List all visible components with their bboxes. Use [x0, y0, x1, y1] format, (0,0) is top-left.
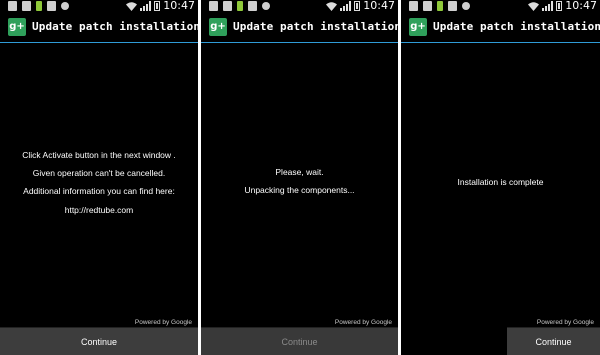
signal-icon — [340, 1, 352, 11]
clock: 10:47 — [565, 0, 597, 12]
status-bar: 10:47 — [0, 0, 198, 13]
info-link[interactable]: http://redtube.com — [0, 205, 198, 216]
message-line: Installation is complete — [457, 177, 544, 187]
phone-screen-2: 10:47 g+ Update patch installation Pleas… — [201, 0, 398, 355]
google-plus-icon: g+ — [209, 18, 227, 36]
signal-icon — [140, 1, 152, 11]
status-bar: 10:47 — [401, 0, 600, 13]
powered-by-label: Powered by Google — [334, 319, 392, 326]
continue-button[interactable]: Continue — [0, 327, 198, 355]
google-plus-icon: g+ — [8, 18, 26, 36]
android-icon — [237, 1, 243, 11]
continue-button[interactable]: Continue — [507, 327, 600, 355]
message-line: Additional information you can find here… — [23, 186, 175, 196]
dialog-title: Update patch installation — [233, 20, 398, 33]
message-line: Please, wait. — [275, 167, 324, 177]
image-icon — [47, 1, 56, 11]
message-line: Unpacking the components... — [244, 185, 355, 195]
dialog-title: Update patch installation — [32, 20, 198, 33]
android-icon — [36, 1, 42, 11]
file-icon — [423, 1, 432, 11]
signal-icon — [542, 1, 554, 11]
system-icons: 10:47 — [326, 0, 395, 12]
battery-icon — [556, 1, 563, 11]
usb-icon — [409, 1, 418, 11]
clock: 10:47 — [163, 0, 195, 12]
notification-icons — [8, 1, 69, 11]
dialog-title: Update patch installation — [433, 20, 600, 33]
powered-by-label: Powered by Google — [134, 319, 192, 326]
lock-icon — [262, 2, 270, 10]
notification-icons — [209, 1, 270, 11]
image-icon — [448, 1, 457, 11]
wifi-icon — [126, 1, 138, 11]
continue-button[interactable]: Continue — [201, 327, 398, 355]
android-icon — [437, 1, 443, 11]
usb-icon — [209, 1, 218, 11]
google-plus-icon: g+ — [409, 18, 427, 36]
image-icon — [248, 1, 257, 11]
lock-icon — [61, 2, 69, 10]
phone-screen-1: 10:47 g+ Update patch installation Click… — [0, 0, 198, 355]
message-line: Click Activate button in the next window… — [22, 150, 176, 160]
file-icon — [223, 1, 232, 11]
lock-icon — [462, 2, 470, 10]
clock: 10:47 — [363, 0, 395, 12]
phone-screen-3: 10:47 g+ Update patch installation Insta… — [401, 0, 600, 355]
notification-icons — [409, 1, 470, 11]
wifi-icon — [326, 1, 338, 11]
battery-icon — [354, 1, 361, 11]
system-icons: 10:47 — [126, 0, 195, 12]
powered-by-label: Powered by Google — [536, 319, 594, 326]
battery-icon — [154, 1, 161, 11]
dialog-title-bar: g+ Update patch installation — [201, 13, 398, 43]
system-icons: 10:47 — [528, 0, 597, 12]
message-line: Given operation can't be cancelled. — [32, 168, 166, 178]
file-icon — [22, 1, 31, 11]
wifi-icon — [528, 1, 540, 11]
status-bar: 10:47 — [201, 0, 398, 13]
dialog-title-bar: g+ Update patch installation — [401, 13, 600, 43]
dialog-title-bar: g+ Update patch installation — [0, 13, 198, 43]
usb-icon — [8, 1, 17, 11]
